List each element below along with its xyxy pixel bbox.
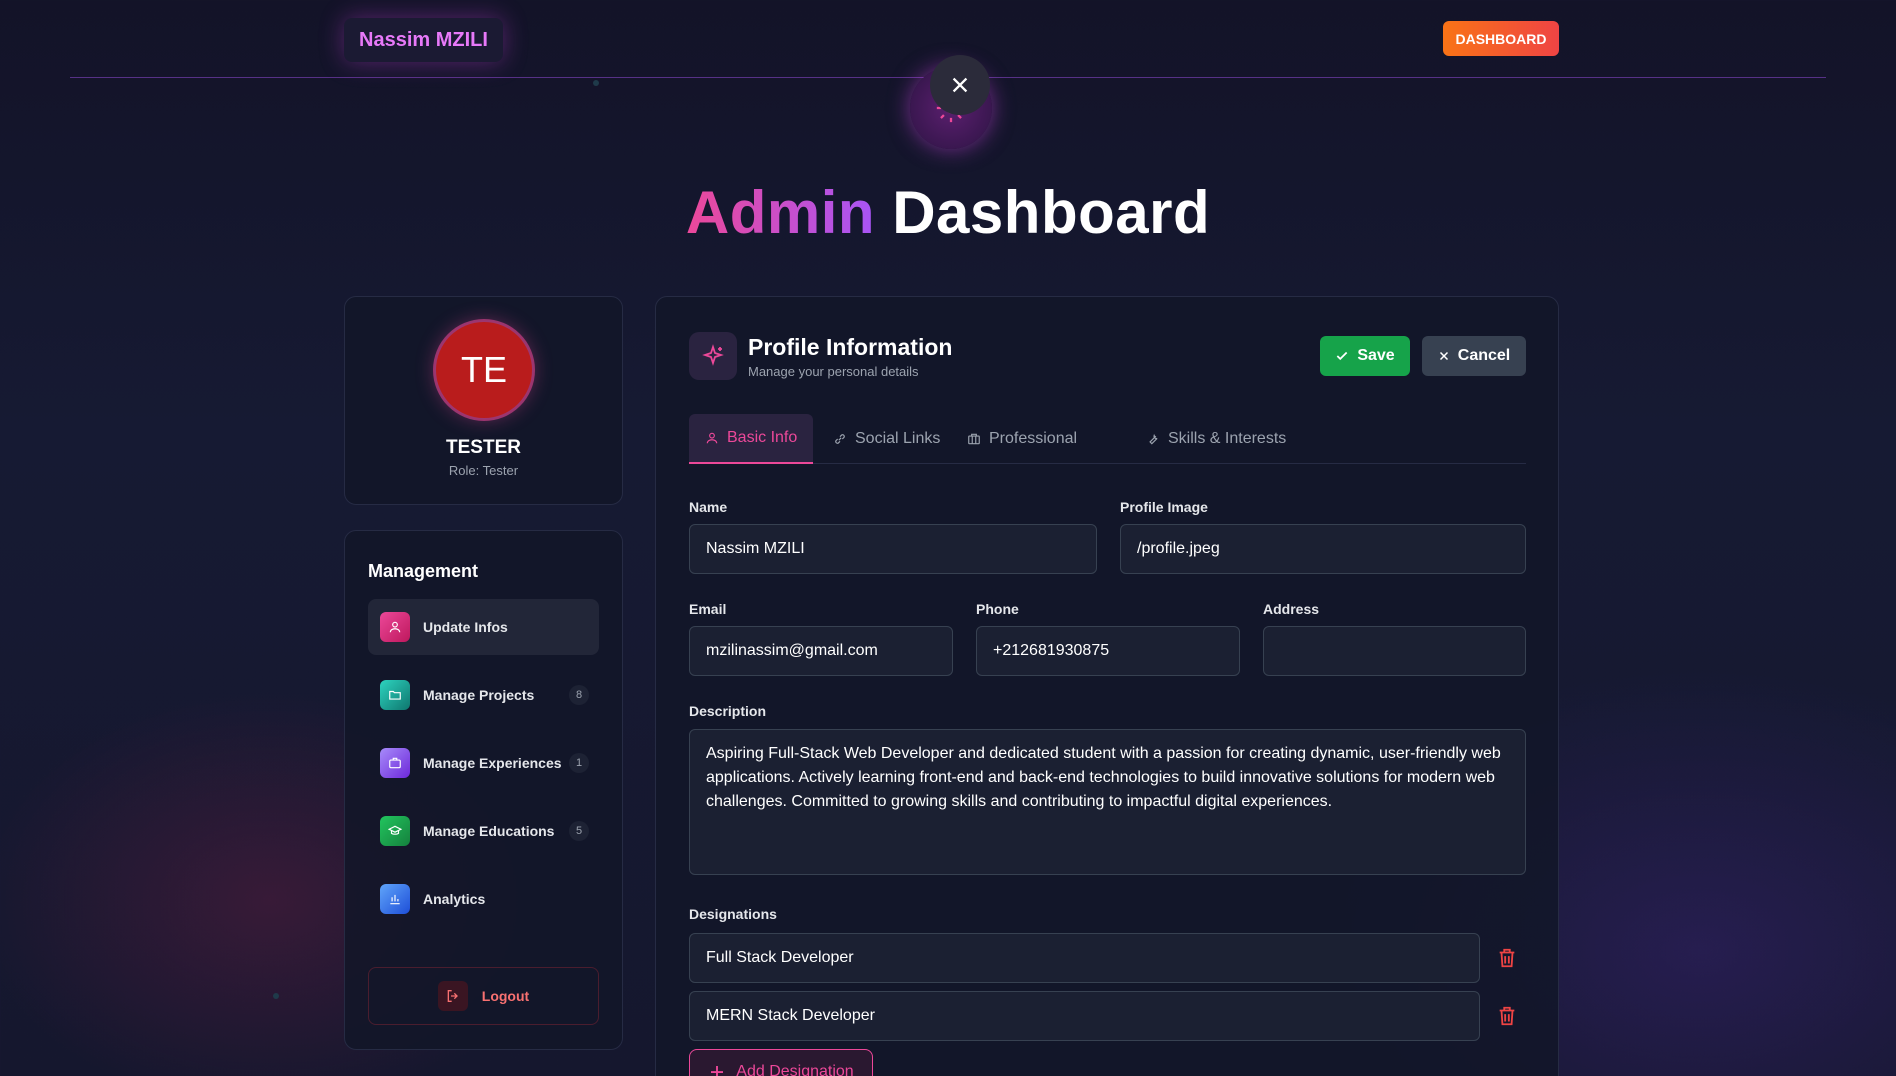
profile-card: Profile Information Manage your personal… xyxy=(655,296,1559,1076)
management-title: Management xyxy=(368,561,479,581)
avatar: TE xyxy=(436,322,532,418)
close-icon xyxy=(1439,351,1448,361)
decorative-dot xyxy=(593,80,599,86)
plus-icon xyxy=(711,1066,724,1076)
sidebar-item-label: Analytics xyxy=(423,891,486,907)
profile-image-input[interactable]: /profile.jpeg xyxy=(1120,524,1526,574)
designations-label: Designations xyxy=(689,906,777,922)
tab-label: Skills & Interests xyxy=(1168,430,1287,447)
save-button[interactable]: Save xyxy=(1320,336,1410,376)
cancel-label: Cancel xyxy=(1457,347,1511,364)
tab-label: Basic Info xyxy=(727,429,798,446)
name-input[interactable]: Nassim MZILI xyxy=(689,524,1097,574)
trash-icon xyxy=(1499,948,1515,968)
user-role: Role: Tester xyxy=(448,463,519,478)
graduation-cap-icon xyxy=(380,816,410,846)
folder-icon xyxy=(380,680,410,710)
user-icon xyxy=(706,432,718,444)
bar-chart-icon xyxy=(380,884,410,914)
user-name: TESTER xyxy=(446,437,521,458)
sidebar-item-update-infos[interactable]: Update Infos xyxy=(368,599,599,655)
briefcase-icon xyxy=(380,748,410,778)
tab-social-links[interactable]: Social Links xyxy=(817,414,956,464)
delete-designation-button[interactable] xyxy=(1494,1003,1520,1029)
phone-label: Phone xyxy=(976,601,1019,617)
tab-skills-interests[interactable]: Skills & Interests xyxy=(1130,414,1302,464)
sidebar-item-analytics[interactable]: Analytics xyxy=(368,871,599,927)
profile-tabs: Basic Info Social Links Professional Ski… xyxy=(689,414,1526,464)
tab-label: Professional xyxy=(989,430,1078,447)
sidebar-item-label: Manage Experiences xyxy=(423,755,562,771)
logout-label: Logout xyxy=(481,988,530,1004)
brand-logo[interactable]: Nassim MZILI xyxy=(344,18,503,62)
save-label: Save xyxy=(1357,347,1395,364)
email-field[interactable]: mzilinassim@gmail.com xyxy=(689,626,953,676)
description-textarea[interactable]: Aspiring Full-Stack Web Developer and de… xyxy=(689,729,1526,875)
sidebar-item-manage-projects[interactable]: Manage Projects 8 xyxy=(368,667,599,723)
wrench-icon xyxy=(1149,433,1158,445)
user-card: TE TESTER Role: Tester xyxy=(344,296,623,505)
cancel-button[interactable]: Cancel xyxy=(1422,336,1526,376)
close-icon xyxy=(952,77,968,93)
sidebar-item-label: Manage Educations xyxy=(423,823,555,839)
close-button[interactable] xyxy=(930,55,990,115)
dashboard-button[interactable]: DASHBOARD xyxy=(1443,21,1559,56)
check-icon xyxy=(1337,351,1348,361)
name-label: Name xyxy=(689,499,728,515)
trash-icon xyxy=(1499,1006,1515,1026)
description-label: Description xyxy=(689,703,767,719)
page-title-rest: Dashboard xyxy=(892,179,1211,246)
address-field[interactable] xyxy=(1263,626,1526,676)
building-icon xyxy=(968,433,980,445)
phone-field[interactable]: +212681930875 xyxy=(976,626,1240,676)
designation-input[interactable]: MERN Stack Developer xyxy=(689,991,1480,1041)
profile-title: Profile Information xyxy=(748,334,953,360)
add-designation-button[interactable]: Add Designation xyxy=(689,1049,873,1076)
profile-image-label: Profile Image xyxy=(1120,499,1208,515)
sidebar-item-manage-educations[interactable]: Manage Educations 5 xyxy=(368,803,599,859)
logout-icon xyxy=(437,981,468,1011)
designation-input[interactable]: Full Stack Developer xyxy=(689,933,1480,983)
management-card: Management Update Infos Manage Projects … xyxy=(344,530,623,1050)
decorative-dot xyxy=(273,993,279,999)
page-title: Admin Dashboard xyxy=(0,178,1896,247)
delete-designation-button[interactable] xyxy=(1494,945,1520,971)
count-badge: 1 xyxy=(569,753,589,773)
sparkles-icon xyxy=(689,332,737,380)
sidebar-item-label: Update Infos xyxy=(423,619,508,635)
tab-professional[interactable]: Professional xyxy=(951,414,1093,464)
sidebar-item-label: Manage Projects xyxy=(423,687,535,703)
add-designation-label: Add Designation xyxy=(736,1063,854,1076)
count-badge: 5 xyxy=(569,821,589,841)
profile-subtitle: Manage your personal details xyxy=(748,364,919,379)
tab-basic-info[interactable]: Basic Info xyxy=(689,414,814,464)
link-icon xyxy=(835,434,845,444)
count-badge: 8 xyxy=(569,685,589,705)
sidebar-item-manage-experiences[interactable]: Manage Experiences 1 xyxy=(368,735,599,791)
user-icon xyxy=(380,612,410,642)
tab-label: Social Links xyxy=(855,430,941,447)
logout-button[interactable]: Logout xyxy=(368,967,599,1025)
page-title-accent: Admin xyxy=(685,179,876,246)
address-label: Address xyxy=(1263,601,1320,617)
email-label: Email xyxy=(689,601,727,617)
